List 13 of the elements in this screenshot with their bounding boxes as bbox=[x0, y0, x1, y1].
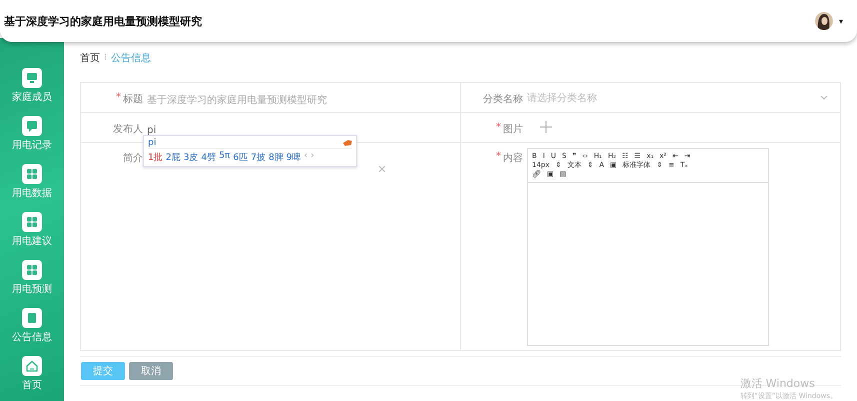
field-label: 发布人 bbox=[113, 123, 143, 136]
required-mark: * bbox=[496, 151, 501, 162]
notice-title: 激活 Windows bbox=[740, 376, 816, 391]
field-label: 图片 bbox=[503, 122, 523, 136]
field-label: 标题 bbox=[123, 92, 143, 106]
field-label: 内容 bbox=[503, 152, 523, 165]
field-label: 分类名称 bbox=[483, 92, 523, 106]
app-title: 基于深度学习的家庭用电量预测模型研究 bbox=[4, 14, 202, 28]
breadcrumb-separator: ⁝ bbox=[104, 53, 107, 63]
required-mark: * bbox=[496, 122, 501, 133]
required-mark: * bbox=[116, 92, 121, 103]
ime-composition-text: pi bbox=[148, 138, 156, 148]
field-label: 简介 bbox=[123, 152, 143, 165]
